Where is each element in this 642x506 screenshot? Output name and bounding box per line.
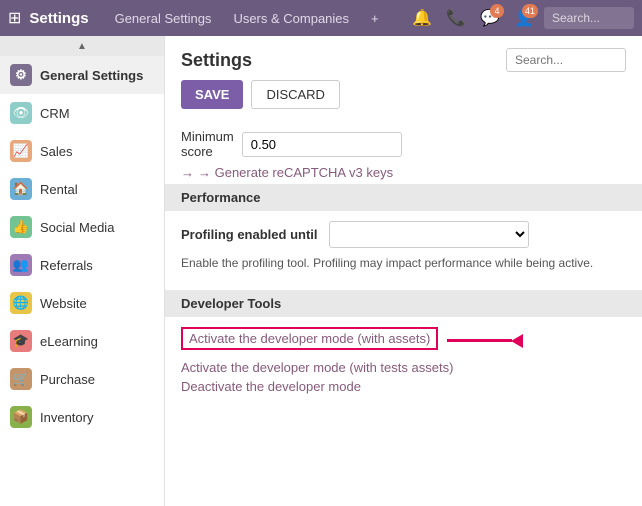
page-layout: ▲ ⚙ General Settings 👁 CRM 📈 Sales 🏠 Ren…	[0, 36, 642, 506]
sidebar-item-rental[interactable]: 🏠 Rental	[0, 170, 164, 208]
top-search-input[interactable]	[544, 7, 634, 29]
save-button[interactable]: SAVE	[181, 80, 243, 109]
profiling-label: Profiling enabled until	[181, 227, 321, 242]
sales-icon: 📈	[10, 140, 32, 162]
generate-recaptcha-label: → Generate reCAPTCHA v3 keys	[198, 165, 393, 180]
sidebar-item-social-media[interactable]: 👍 Social Media	[0, 208, 164, 246]
elearning-icon: 🎓	[10, 330, 32, 352]
referrals-icon: 👥	[10, 254, 32, 276]
settings-search-input[interactable]	[506, 48, 626, 72]
sidebar-label-elearning: eLearning	[40, 334, 98, 349]
sidebar-label-crm: CRM	[40, 106, 70, 121]
action-bar: SAVE DISCARD	[165, 80, 642, 121]
arrow-right-icon: →	[181, 165, 194, 180]
sidebar-label-rental: Rental	[40, 182, 78, 197]
grid-icon[interactable]: ⊞	[8, 8, 21, 28]
sidebar-label-inventory: Inventory	[40, 410, 93, 425]
user-badge: 41	[522, 4, 538, 18]
captcha-labels: Minimum score	[181, 129, 234, 159]
sidebar-scroll-up[interactable]: ▲	[0, 36, 164, 56]
sidebar-item-inventory[interactable]: 📦 Inventory	[0, 398, 164, 436]
profiling-row: Profiling enabled until	[181, 221, 626, 248]
sidebar-label-social: Social Media	[40, 220, 114, 235]
performance-section-header: Performance	[165, 184, 642, 211]
bell-icon[interactable]: 🔔	[408, 4, 436, 32]
profiling-select[interactable]	[329, 221, 529, 248]
sidebar-item-website[interactable]: 🌐 Website	[0, 284, 164, 322]
chat-icon[interactable]: 💬 4	[476, 4, 504, 32]
page-title: Settings	[181, 50, 252, 71]
sidebar-item-elearning[interactable]: 🎓 eLearning	[0, 322, 164, 360]
rental-icon: 🏠	[10, 178, 32, 200]
generate-recaptcha-link[interactable]: → → Generate reCAPTCHA v3 keys	[181, 165, 626, 180]
sidebar-label-sales: Sales	[40, 144, 73, 159]
nav-add[interactable]: +	[361, 5, 389, 32]
sidebar-label-referrals: Referrals	[40, 258, 93, 273]
gear-icon: ⚙	[10, 64, 32, 86]
sidebar-item-referrals[interactable]: 👥 Referrals	[0, 246, 164, 284]
minimum-score-row: Minimum score	[181, 129, 626, 159]
phone-icon[interactable]: 📞	[442, 4, 470, 32]
minimum-score-input[interactable]	[242, 132, 402, 157]
sidebar: ▲ ⚙ General Settings 👁 CRM 📈 Sales 🏠 Ren…	[0, 36, 165, 506]
nav-users-companies[interactable]: Users & Companies	[223, 5, 359, 32]
nav-general-settings[interactable]: General Settings	[105, 5, 222, 32]
crm-icon: 👁	[10, 102, 32, 124]
page-header: Settings	[165, 36, 642, 80]
score-label: score	[181, 144, 234, 159]
deactivate-dev-mode-link[interactable]: Deactivate the developer mode	[181, 379, 626, 394]
top-nav: General Settings Users & Companies +	[105, 5, 404, 32]
performance-section: Profiling enabled until Enable the profi…	[165, 211, 642, 290]
website-icon: 🌐	[10, 292, 32, 314]
captcha-section: Minimum score → → Generate reCAPTCHA v3 …	[165, 121, 642, 184]
developer-tools-header: Developer Tools	[165, 290, 642, 317]
app-title: Settings	[29, 10, 88, 27]
activate-dev-mode-assets-link[interactable]: Activate the developer mode (with assets…	[181, 327, 438, 350]
top-icons: 🔔 📞 💬 4 👤 41	[408, 4, 634, 32]
sidebar-label-purchase: Purchase	[40, 372, 95, 387]
activate-dev-mode-tests-link[interactable]: Activate the developer mode (with tests …	[181, 360, 626, 375]
purchase-icon: 🛒	[10, 368, 32, 390]
minimum-label: Minimum	[181, 129, 234, 144]
sidebar-item-crm[interactable]: 👁 CRM	[0, 94, 164, 132]
main-content: Settings SAVE DISCARD Minimum score → → …	[165, 36, 642, 506]
inventory-icon: 📦	[10, 406, 32, 428]
social-icon: 👍	[10, 216, 32, 238]
profiling-description: Enable the profiling tool. Profiling may…	[181, 254, 626, 272]
arrow-line	[447, 339, 512, 342]
chat-badge: 4	[490, 4, 504, 18]
user-icon[interactable]: 👤 41	[510, 4, 538, 32]
sidebar-label-general-settings: General Settings	[40, 68, 143, 83]
developer-tools-section: Activate the developer mode (with assets…	[165, 317, 642, 408]
sidebar-item-general-settings[interactable]: ⚙ General Settings	[0, 56, 164, 94]
arrow-head	[511, 334, 523, 348]
arrow-indicator	[447, 334, 523, 348]
sidebar-label-website: Website	[40, 296, 87, 311]
sidebar-item-sales[interactable]: 📈 Sales	[0, 132, 164, 170]
sidebar-item-purchase[interactable]: 🛒 Purchase	[0, 360, 164, 398]
discard-button[interactable]: DISCARD	[251, 80, 340, 109]
top-bar: ⊞ Settings General Settings Users & Comp…	[0, 0, 642, 36]
